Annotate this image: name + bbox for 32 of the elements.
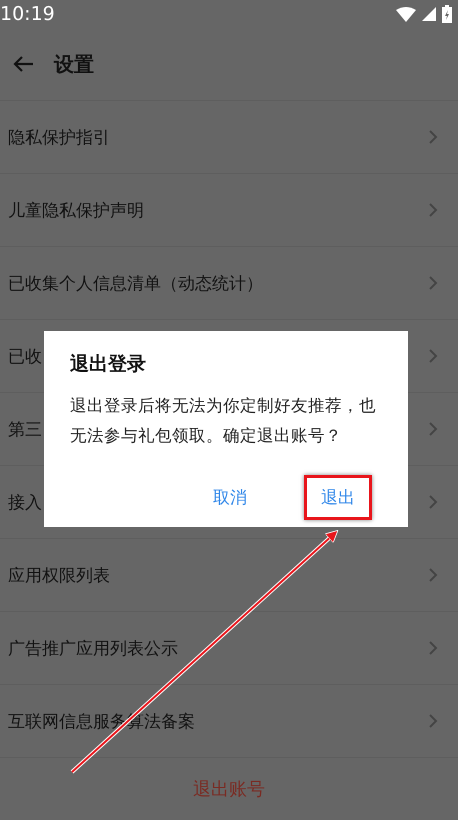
item-label: 儿童隐私保护声明 — [8, 200, 144, 222]
battery-icon — [442, 5, 452, 23]
item-label: 广告推广应用列表公示 — [8, 638, 178, 660]
item-label: 隐私保护指引 — [8, 126, 110, 148]
chevron-icon — [428, 567, 438, 583]
item-label: 第三 — [8, 418, 42, 440]
signal-icon — [422, 7, 436, 21]
chevron-icon — [428, 348, 438, 364]
chevron-icon — [428, 202, 438, 218]
chevron-icon — [428, 129, 438, 145]
settings-item[interactable]: 广告推广应用列表公示 — [0, 612, 458, 685]
settings-item[interactable]: 儿童隐私保护声明 — [0, 174, 458, 247]
chevron-icon — [428, 275, 438, 291]
settings-item[interactable]: 已收集个人信息清单（动态统计） — [0, 247, 458, 320]
wifi-icon — [396, 6, 416, 22]
item-label: 接入 — [8, 492, 42, 514]
status-time: 10:19 — [0, 3, 55, 25]
chevron-icon — [428, 494, 438, 510]
dialog-button[interactable]: 退出 — [304, 475, 372, 520]
chevron-icon — [428, 640, 438, 656]
item-label: 应用权限列表 — [8, 564, 110, 586]
page-title: 设置 — [54, 50, 94, 78]
settings-item[interactable]: 应用权限列表 — [0, 539, 458, 612]
dialog-message: 退出登录后将无法为你定制好友推荐，也无法参与礼包领取。确定退出账号？ — [70, 395, 377, 447]
back-icon[interactable] — [12, 55, 34, 73]
item-label: 已收集个人信息清单（动态统计） — [8, 272, 263, 294]
chevron-icon — [428, 421, 438, 437]
settings-item[interactable]: 隐私保护指引 — [0, 101, 458, 174]
chevron-icon — [428, 713, 438, 729]
dialog-title: 退出登录 — [70, 352, 147, 377]
item-label: 已收 — [8, 346, 42, 368]
logout-link[interactable]: 退出账号 — [193, 777, 265, 801]
